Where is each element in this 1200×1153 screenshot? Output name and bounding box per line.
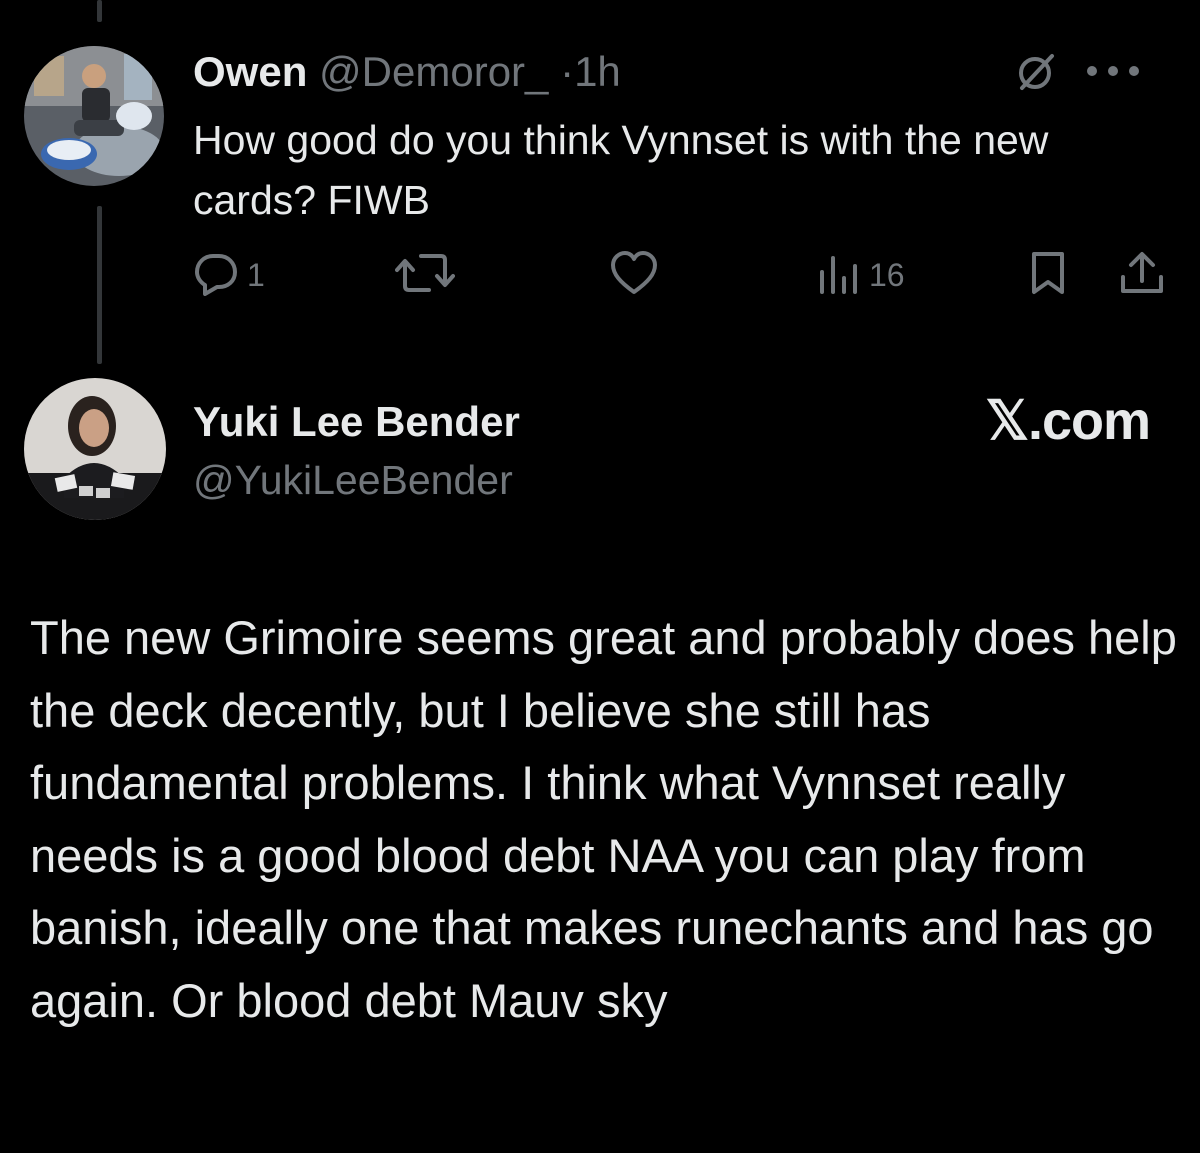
views-icon xyxy=(817,250,861,301)
bookmark-icon xyxy=(1028,250,1068,301)
parent-tweet-header: Owen @Demoror_ ·1h xyxy=(193,46,621,98)
more-icon[interactable] xyxy=(1085,64,1141,83)
tweet-time[interactable]: 1h xyxy=(574,48,621,95)
views-count: 16 xyxy=(869,256,905,293)
separator: · xyxy=(560,48,575,95)
thread-line-top xyxy=(97,0,102,22)
reply-button[interactable]: 1 xyxy=(193,250,265,300)
quote-author-handle[interactable]: @YukiLeeBender xyxy=(193,454,513,506)
thread-line xyxy=(97,206,102,364)
retweet-button[interactable] xyxy=(395,250,463,300)
views-button[interactable]: 16 xyxy=(817,250,905,300)
share-button[interactable] xyxy=(1118,250,1166,300)
author-name[interactable]: Owen xyxy=(193,48,307,95)
reply-icon xyxy=(193,250,239,301)
grok-icon[interactable] xyxy=(1016,52,1056,97)
quote-author-name[interactable]: Yuki Lee Bender xyxy=(193,396,520,448)
reply-count: 1 xyxy=(247,256,265,293)
share-icon xyxy=(1118,249,1166,302)
like-icon xyxy=(610,250,658,301)
bookmark-button[interactable] xyxy=(1028,250,1068,300)
x-logo: 𝕏.com xyxy=(985,391,1151,451)
parent-tweet-text: How good do you think Vynnset is with th… xyxy=(193,117,1049,223)
avatar[interactable] xyxy=(24,46,164,186)
quote-tweet-text: The new Grimoire seems great and probabl… xyxy=(30,611,1177,1027)
author-handle[interactable]: @Demoror_ xyxy=(319,48,548,95)
like-button[interactable] xyxy=(610,250,666,300)
avatar[interactable] xyxy=(24,378,166,520)
retweet-icon xyxy=(395,250,455,301)
